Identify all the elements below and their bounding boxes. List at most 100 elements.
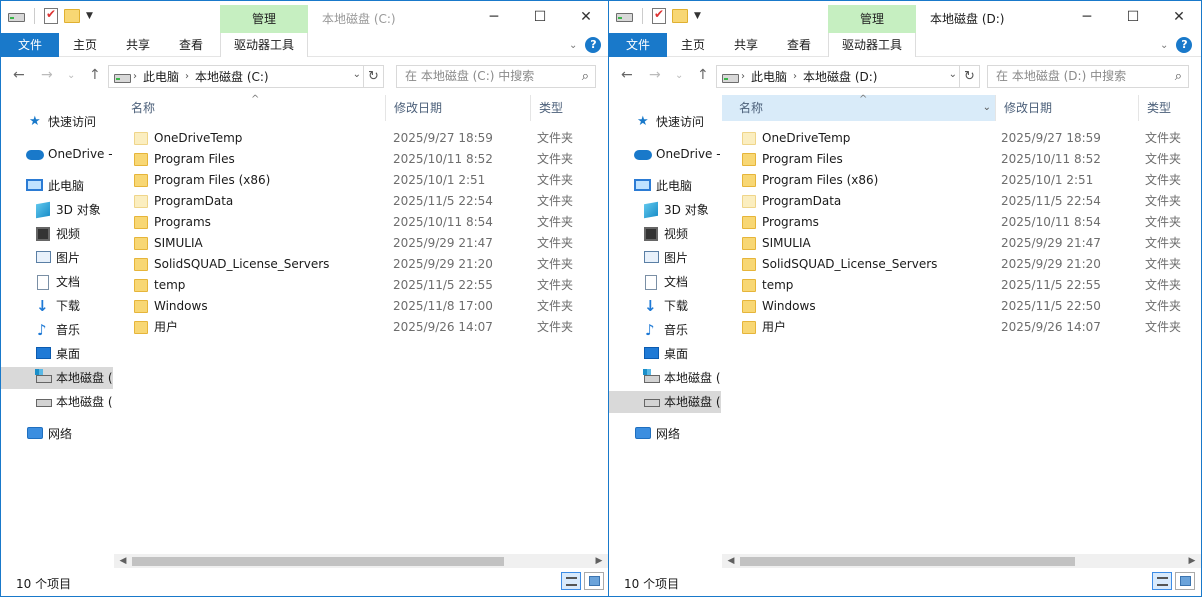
nav-network[interactable]: 网络 [609,423,721,445]
table-row[interactable]: Program Files 2025/10/11 8:52 文件夹 [114,149,608,170]
nav-drive-d[interactable]: 本地磁盘 ( [1,391,113,413]
tab-drive-tools[interactable]: 驱动器工具 [828,33,916,57]
file-name[interactable]: OneDriveTemp [762,128,850,149]
tab-file[interactable]: 文件 [609,33,667,57]
large-icons-view-button[interactable] [584,572,604,590]
nav-desktop[interactable]: 桌面 [1,343,113,365]
nav-network[interactable]: 网络 [1,423,113,445]
tab-drive-tools[interactable]: 驱动器工具 [220,33,308,57]
table-row[interactable]: temp 2025/11/5 22:55 文件夹 [114,275,608,296]
forward-button[interactable]: → [41,67,53,83]
recent-locations-icon[interactable]: ⌄ [675,70,683,81]
chevron-right-icon[interactable]: › [133,71,137,82]
file-name[interactable]: SIMULIA [154,233,203,254]
chevron-right-icon[interactable]: › [793,71,797,82]
breadcrumb-this-pc[interactable]: 此电脑 [143,68,179,85]
nav-this-pc[interactable]: 此电脑 [609,175,721,197]
table-row[interactable]: Programs 2025/10/11 8:54 文件夹 [114,212,608,233]
column-header-name[interactable]: ^ 名称 [123,94,386,121]
file-name[interactable]: Program Files (x86) [154,170,270,191]
table-row[interactable]: 用户 2025/9/26 14:07 文件夹 [114,317,608,338]
nav-drive-d[interactable]: 本地磁盘 ( [609,391,721,413]
nav-documents[interactable]: 文档 [1,271,113,293]
close-button[interactable]: ✕ [563,1,608,33]
nav-quick-access[interactable]: ★ 快速访问 [609,111,721,133]
file-name[interactable]: temp [762,275,793,296]
up-button[interactable]: ↑ [697,67,709,83]
table-row[interactable]: Program Files (x86) 2025/10/1 2:51 文件夹 [114,170,608,191]
breadcrumb-drive[interactable]: 本地磁盘 (C:) [195,68,269,85]
tab-file[interactable]: 文件 [1,33,59,57]
file-name[interactable]: Windows [762,296,816,317]
nav-desktop[interactable]: 桌面 [609,343,721,365]
breadcrumb-drive[interactable]: 本地磁盘 (D:) [803,68,877,85]
details-view-button[interactable] [1152,572,1172,590]
breadcrumb-this-pc[interactable]: 此电脑 [751,68,787,85]
column-header-type[interactable]: 类型 [1139,95,1201,121]
column-header-name[interactable]: ^ 名称 ⌄ [722,94,996,121]
scrollbar-thumb[interactable] [132,557,504,566]
table-row[interactable]: temp 2025/11/5 22:55 文件夹 [722,275,1201,296]
minimize-button[interactable]: ─ [471,1,517,33]
search-input[interactable]: 在 本地磁盘 (D:) 中搜索 ⌕ [987,65,1189,88]
nav-this-pc[interactable]: 此电脑 [1,175,113,197]
nav-downloads[interactable]: ↓ 下载 [609,295,721,317]
scrollbar-thumb[interactable] [740,557,1075,566]
large-icons-view-button[interactable] [1175,572,1195,590]
up-button[interactable]: ↑ [89,67,101,83]
file-name[interactable]: SIMULIA [762,233,811,254]
column-header-type[interactable]: 类型 [531,95,608,121]
table-row[interactable]: ProgramData 2025/11/5 22:54 文件夹 [114,191,608,212]
table-row[interactable]: SIMULIA 2025/9/29 21:47 文件夹 [114,233,608,254]
file-name[interactable]: Programs [154,212,211,233]
file-name[interactable]: ProgramData [762,191,841,212]
table-row[interactable]: ProgramData 2025/11/5 22:54 文件夹 [722,191,1201,212]
file-name[interactable]: OneDriveTemp [154,128,242,149]
file-name[interactable]: Program Files [154,149,235,170]
nav-music[interactable]: ♪ 音乐 [609,319,721,341]
expand-ribbon-icon[interactable]: ⌄ [569,40,577,51]
tab-view[interactable]: 查看 [170,33,212,57]
column-header-date[interactable]: 修改日期 [996,95,1139,121]
nav-3d-objects[interactable]: 3D 对象 [609,199,721,221]
chevron-right-icon[interactable]: › [741,71,745,82]
table-row[interactable]: Windows 2025/11/5 22:50 文件夹 [722,296,1201,317]
file-name[interactable]: SolidSQUAD_License_Servers [154,254,329,275]
nav-quick-access[interactable]: ★ 快速访问 [1,111,113,133]
back-button[interactable]: ← [13,67,25,83]
refresh-button[interactable]: ↻ [363,66,383,87]
nav-videos[interactable]: 视频 [609,223,721,245]
search-icon[interactable]: ⌕ [582,66,589,87]
nav-music[interactable]: ♪ 音乐 [1,319,113,341]
column-dropdown-icon[interactable]: ⌄ [983,95,991,121]
nav-pictures[interactable]: 图片 [609,247,721,269]
help-icon[interactable]: ? [1176,37,1193,53]
horizontal-scrollbar[interactable]: ◀ ▶ [722,554,1201,568]
table-row[interactable]: 用户 2025/9/26 14:07 文件夹 [722,317,1201,338]
nav-documents[interactable]: 文档 [609,271,721,293]
recent-locations-icon[interactable]: ⌄ [67,70,75,81]
table-row[interactable]: Windows 2025/11/8 17:00 文件夹 [114,296,608,317]
tab-view[interactable]: 查看 [778,33,820,57]
scroll-right-icon[interactable]: ▶ [592,554,606,568]
manage-tab[interactable]: 管理 [828,5,916,33]
nav-onedrive[interactable]: OneDrive - [609,143,721,165]
back-button[interactable]: ← [621,67,633,83]
address-bar[interactable]: › 此电脑 › 本地磁盘 (C:) ⌄ ↻ [108,65,384,88]
horizontal-scrollbar[interactable]: ◀ ▶ [114,554,608,568]
table-row[interactable]: SolidSQUAD_License_Servers 2025/9/29 21:2… [722,254,1201,275]
search-icon[interactable]: ⌕ [1175,66,1182,87]
search-input[interactable]: 在 本地磁盘 (C:) 中搜索 ⌕ [396,65,596,88]
tab-home[interactable]: 主页 [672,33,714,57]
properties-icon[interactable] [44,7,58,24]
file-name[interactable]: Programs [762,212,819,233]
table-row[interactable]: SolidSQUAD_License_Servers 2025/9/29 21:2… [114,254,608,275]
table-row[interactable]: OneDriveTemp 2025/9/27 18:59 文件夹 [722,128,1201,149]
file-name[interactable]: SolidSQUAD_License_Servers [762,254,937,275]
table-row[interactable]: Programs 2025/10/11 8:54 文件夹 [722,212,1201,233]
maximize-button[interactable]: ☐ [517,1,563,33]
close-button[interactable]: ✕ [1156,1,1201,33]
scroll-left-icon[interactable]: ◀ [116,554,130,568]
address-dropdown-icon[interactable]: ⌄ [353,69,361,80]
new-folder-icon[interactable] [64,9,80,23]
